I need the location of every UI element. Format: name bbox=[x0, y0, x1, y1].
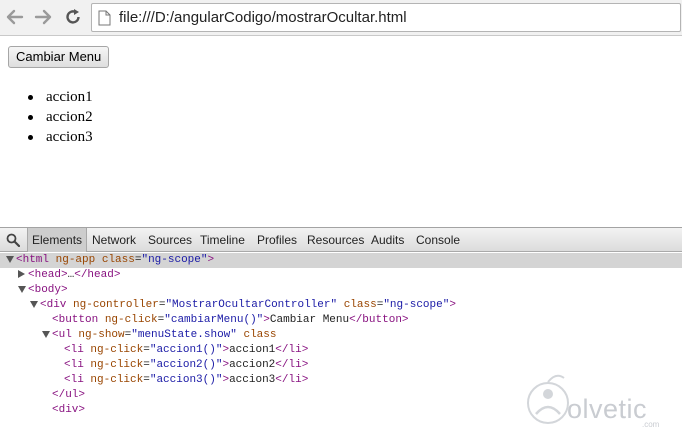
dom-node-row[interactable]: <button ng-click="cambiarMenu()">Cambiar… bbox=[0, 313, 682, 328]
dom-node-text: <head>…</head> bbox=[28, 269, 121, 281]
dom-node-text: <button ng-click="cambiarMenu()">Cambiar… bbox=[52, 314, 409, 326]
menu-list: accion1 accion2 accion3 bbox=[0, 87, 93, 147]
watermark-brand: olvetic bbox=[567, 394, 648, 424]
tab-sources[interactable]: Sources bbox=[148, 228, 192, 252]
dom-node-row[interactable]: <li ng-click="accion1()">accion1</li> bbox=[0, 343, 682, 358]
dom-node-text: <li ng-click="accion2()">accion2</li> bbox=[64, 359, 309, 371]
menu-item-accion3[interactable]: accion3 bbox=[0, 127, 93, 147]
page-icon bbox=[98, 10, 111, 26]
menu-item-accion1[interactable]: accion1 bbox=[0, 87, 93, 107]
dom-node-text: <body> bbox=[28, 284, 68, 296]
bullet-icon bbox=[28, 115, 33, 120]
back-arrow-icon[interactable] bbox=[4, 6, 26, 28]
dom-node-row[interactable]: <ul ng-show="menuState.show" class bbox=[0, 328, 682, 343]
menu-item-label: accion3 bbox=[46, 129, 93, 145]
tab-timeline[interactable]: Timeline bbox=[200, 228, 245, 252]
cambiar-menu-button[interactable]: Cambiar Menu bbox=[8, 46, 110, 68]
url-text[interactable]: file:///D:/angularCodigo/mostrarOcultar.… bbox=[119, 9, 407, 26]
dom-node-text: <li ng-click="accion3()">accion3</li> bbox=[64, 374, 309, 386]
dom-node-text: <li ng-click="accion1()">accion1</li> bbox=[64, 344, 309, 356]
forward-arrow-icon[interactable] bbox=[32, 6, 54, 28]
dom-node-text: <ul ng-show="menuState.show" class bbox=[52, 329, 277, 341]
tab-network[interactable]: Network bbox=[92, 228, 136, 252]
collapse-triangle-icon[interactable] bbox=[30, 301, 38, 308]
dom-node-row[interactable]: <div ng-controller="MostrarOcultarContro… bbox=[0, 298, 682, 313]
tab-audits[interactable]: Audits bbox=[371, 228, 404, 252]
collapse-triangle-icon[interactable] bbox=[6, 256, 14, 263]
collapse-triangle-icon[interactable] bbox=[18, 286, 26, 293]
dom-node-text: <div ng-controller="MostrarOcultarContro… bbox=[40, 299, 456, 311]
reload-icon[interactable] bbox=[62, 6, 84, 28]
dom-node-text: <html ng-app class="ng-scope"> bbox=[16, 254, 215, 266]
menu-item-label: accion2 bbox=[46, 109, 93, 125]
dom-node-row[interactable]: <body> bbox=[0, 283, 682, 298]
address-bar[interactable]: file:///D:/angularCodigo/mostrarOcultar.… bbox=[91, 3, 681, 32]
devtools-tab-bar: Elements Network Sources Timeline Profil… bbox=[0, 228, 682, 252]
tab-resources[interactable]: Resources bbox=[307, 228, 364, 252]
page-content: Cambiar Menu accion1 accion2 accion3 bbox=[0, 37, 682, 227]
tab-profiles[interactable]: Profiles bbox=[257, 228, 297, 252]
dom-node-text: </ul> bbox=[52, 389, 86, 401]
dom-node-row[interactable]: <html ng-app class="ng-scope"> bbox=[0, 253, 682, 268]
dom-node-row[interactable]: <head>…</head> bbox=[0, 268, 682, 283]
tab-console[interactable]: Console bbox=[416, 228, 460, 252]
watermark-domain: .com bbox=[642, 420, 660, 429]
bullet-icon bbox=[28, 95, 33, 100]
tab-elements[interactable]: Elements bbox=[27, 228, 88, 252]
browser-toolbar: file:///D:/angularCodigo/mostrarOcultar.… bbox=[0, 0, 682, 36]
menu-item-accion2[interactable]: accion2 bbox=[0, 107, 93, 127]
dom-node-text: <div> bbox=[52, 404, 86, 416]
bullet-icon bbox=[28, 135, 33, 140]
menu-item-label: accion1 bbox=[46, 89, 93, 105]
search-icon[interactable] bbox=[6, 233, 21, 248]
expand-triangle-icon[interactable] bbox=[18, 270, 25, 278]
collapse-triangle-icon[interactable] bbox=[42, 331, 50, 338]
